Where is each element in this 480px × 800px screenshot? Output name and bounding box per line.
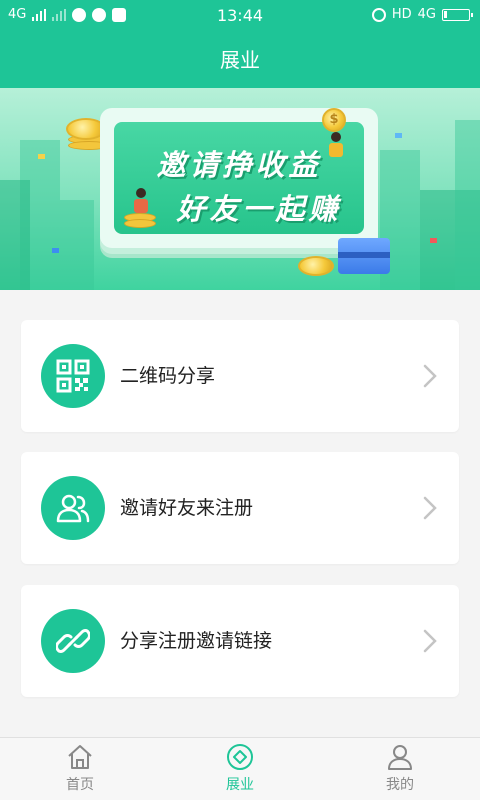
building-shape: [60, 200, 94, 290]
confetti: [395, 133, 402, 138]
nav-home[interactable]: 首页: [0, 738, 160, 800]
page-title: 展业: [0, 32, 480, 88]
bottom-nav: 首页 展业 我的: [0, 737, 480, 800]
business-icon: [227, 744, 253, 770]
battery-icon: [442, 8, 473, 21]
nav-business[interactable]: 展业: [160, 738, 320, 800]
nav-profile[interactable]: 我的: [320, 738, 480, 800]
confetti: [38, 154, 45, 159]
coin-icon: [298, 256, 334, 276]
qr-share-card[interactable]: 二维码分享: [21, 320, 459, 432]
status-bar: 4G 13:44 HD 4G: [0, 0, 480, 32]
status-right: HD 4G: [371, 7, 473, 22]
link-icon: [41, 609, 105, 673]
share-link-label: 分享注册邀请链接: [120, 630, 273, 652]
confetti: [52, 248, 59, 253]
building-shape: [0, 180, 30, 290]
banner-headline-1: 邀请挣收益: [156, 148, 322, 182]
nav-profile-label: 我的: [386, 777, 414, 793]
profile-icon: [388, 745, 412, 770]
qr-share-label: 二维码分享: [120, 365, 216, 387]
alarm-icon: [371, 7, 386, 22]
hd-indicator: HD: [391, 7, 412, 22]
dollar-coin-icon: $: [322, 108, 346, 132]
home-icon: [68, 745, 92, 769]
network-type-2: 4G: [417, 7, 436, 22]
qr-code-icon: [41, 344, 105, 408]
users-icon: [41, 476, 105, 540]
nav-business-label: 展业: [226, 777, 254, 793]
nav-home-label: 首页: [66, 777, 94, 793]
invite-register-card[interactable]: 邀请好友来注册: [21, 452, 459, 564]
invite-register-label: 邀请好友来注册: [120, 497, 254, 519]
share-link-card[interactable]: 分享注册邀请链接: [21, 585, 459, 697]
chevron-right-icon: [423, 496, 437, 520]
coin-stack-icon: [124, 213, 156, 228]
chevron-right-icon: [423, 629, 437, 653]
gift-box-icon: [338, 238, 390, 274]
person-figure: [328, 132, 344, 162]
confetti: [430, 238, 437, 243]
building-shape: [455, 120, 480, 290]
invite-banner[interactable]: 邀请挣收益 好友一起赚 $: [0, 88, 480, 290]
chevron-right-icon: [423, 364, 437, 388]
